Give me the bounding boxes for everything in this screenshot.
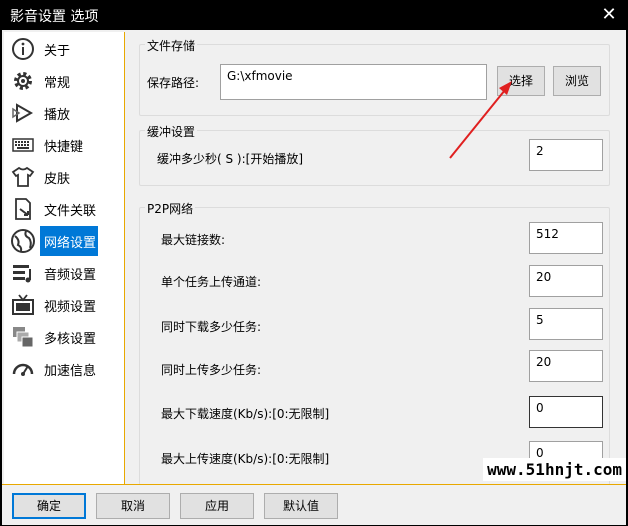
sidebar-item-hotkeys[interactable]: 快捷键 <box>4 130 98 160</box>
settings-panel: 文件存储 保存路径: G:\xfmovie 选择 浏览 缓冲设置 缓冲多少秒( … <box>125 32 624 485</box>
title-bar: 影音设置 选项 ✕ <box>0 0 628 30</box>
cancel-button[interactable]: 取消 <box>96 493 170 519</box>
sidebar-item-label: 文件关联 <box>44 203 97 219</box>
sidebar-item-label: 加速信息 <box>44 363 97 379</box>
sidebar-item-general[interactable]: 常规 <box>4 66 98 96</box>
sidebar-item-playback[interactable]: 播放 <box>4 98 98 128</box>
speed-icon <box>10 356 36 382</box>
upload-channels-input[interactable]: 20 <box>529 265 603 297</box>
tv-icon <box>10 292 36 318</box>
browse-button[interactable]: 浏览 <box>553 66 601 96</box>
concurrent-downloads-label: 同时下载多少任务: <box>161 320 262 334</box>
choose-button[interactable]: 选择 <box>497 66 545 96</box>
gear-icon <box>10 68 36 94</box>
multicore-icon <box>10 324 36 350</box>
keyboard-icon <box>10 132 36 158</box>
max-connections-input[interactable]: 512 <box>529 222 603 254</box>
max-download-speed-input[interactable]: 0 <box>529 396 603 428</box>
sidebar-item-label: 网络设置 <box>44 235 97 251</box>
sidebar: 关于 常规 播放 快捷键 皮肤 文件关联 网络设置 音频设置 视频设置 多核设置… <box>4 32 125 484</box>
storage-group-title: 文件存储 <box>145 37 198 54</box>
max-upload-speed-label: 最大上传速度(Kb/s):[0:无限制] <box>161 452 330 466</box>
info-icon <box>10 36 36 62</box>
sidebar-item-file-association[interactable]: 文件关联 <box>4 194 98 224</box>
sidebar-item-label: 关于 <box>44 43 71 59</box>
sidebar-item-about[interactable]: 关于 <box>4 34 98 64</box>
p2p-group-title: P2P网络 <box>145 200 196 217</box>
concurrent-uploads-label: 同时上传多少任务: <box>161 363 262 377</box>
sidebar-item-label: 音频设置 <box>44 267 97 283</box>
save-path-input[interactable]: G:\xfmovie <box>220 64 487 100</box>
sidebar-item-label: 播放 <box>44 107 71 123</box>
buffer-seconds-input[interactable]: 2 <box>529 139 603 171</box>
sidebar-item-skin[interactable]: 皮肤 <box>4 162 98 192</box>
default-button[interactable]: 默认值 <box>264 493 338 519</box>
window-title: 影音设置 选项 <box>10 9 99 25</box>
audio-icon <box>10 260 36 286</box>
sidebar-item-audio[interactable]: 音频设置 <box>4 258 98 288</box>
sidebar-item-speed[interactable]: 加速信息 <box>4 354 98 384</box>
max-connections-label: 最大链接数: <box>161 233 226 247</box>
save-path-label: 保存路径: <box>147 76 200 90</box>
apply-button[interactable]: 应用 <box>180 493 254 519</box>
sidebar-item-label: 常规 <box>44 75 71 91</box>
ok-button[interactable]: 确定 <box>12 493 86 519</box>
sidebar-item-label: 多核设置 <box>44 331 97 347</box>
sidebar-item-label: 皮肤 <box>44 171 71 187</box>
sidebar-item-label: 快捷键 <box>44 139 84 155</box>
close-icon[interactable]: ✕ <box>598 4 620 26</box>
globe-icon <box>10 228 36 254</box>
upload-channels-label: 单个任务上传通道: <box>161 275 262 289</box>
max-download-speed-label: 最大下载速度(Kb/s):[0:无限制] <box>161 407 330 421</box>
shirt-icon <box>10 164 36 190</box>
concurrent-uploads-input[interactable]: 20 <box>529 350 603 382</box>
settings-window: 关于 常规 播放 快捷键 皮肤 文件关联 网络设置 音频设置 视频设置 多核设置… <box>2 30 626 525</box>
buffer-group-title: 缓冲设置 <box>145 123 198 140</box>
sidebar-item-video[interactable]: 视频设置 <box>4 290 98 320</box>
file-link-icon <box>10 196 36 222</box>
sidebar-item-multicore[interactable]: 多核设置 <box>4 322 98 352</box>
watermark: www.51hnjt.com <box>483 458 626 481</box>
buffer-seconds-label: 缓冲多少秒( S ):[开始播放] <box>157 152 304 166</box>
concurrent-downloads-input[interactable]: 5 <box>529 308 603 340</box>
sidebar-item-label: 视频设置 <box>44 299 97 315</box>
play-icon <box>10 100 36 126</box>
sidebar-item-network[interactable]: 网络设置 <box>40 226 98 256</box>
dialog-footer: 确定 取消 应用 默认值 <box>2 484 626 525</box>
